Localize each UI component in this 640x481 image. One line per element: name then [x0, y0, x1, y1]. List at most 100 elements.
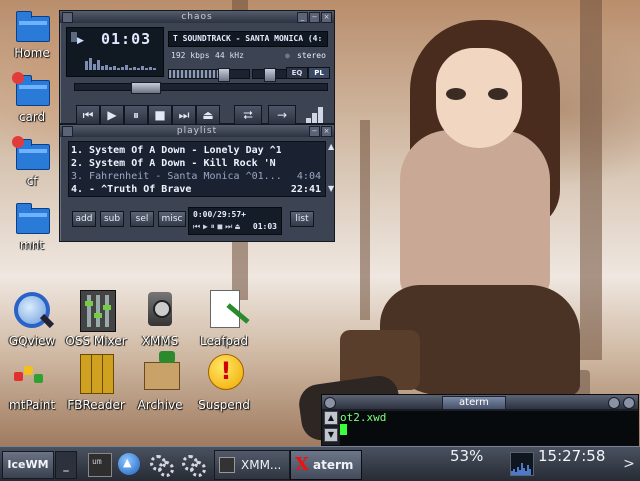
control-panel-gears-icon[interactable] — [182, 453, 206, 477]
clock[interactable]: 15:27:58 — [538, 447, 605, 481]
playlist-title: playlist — [176, 126, 218, 136]
close-button[interactable]: × — [321, 126, 332, 137]
start-menu-button[interactable]: IceWM — [2, 451, 54, 479]
terminal-launcher-icon[interactable] — [88, 453, 112, 477]
settings-gears-icon[interactable] — [150, 453, 174, 477]
scroll-down-icon[interactable]: ▼ — [324, 428, 338, 442]
xmms-titlebar[interactable]: chaos _ − × — [60, 11, 334, 23]
balance-slider[interactable] — [252, 68, 288, 82]
shuffle-button[interactable]: ⮂ — [234, 105, 262, 125]
desktop-icon-mnt[interactable]: mnt — [0, 200, 64, 252]
volume-slider[interactable] — [168, 68, 250, 82]
red-badge-icon — [12, 136, 24, 148]
window-list-button[interactable]: _ — [55, 451, 77, 479]
taskbar-task-xmms[interactable]: XMM... — [214, 450, 290, 480]
bitrate: 192 kbps — [171, 51, 210, 60]
spectrum-bar — [109, 67, 112, 70]
desktop-icon-xmms[interactable]: XMMS — [128, 288, 192, 348]
maximize-button[interactable] — [623, 397, 635, 409]
previous-button[interactable]: ⏮ — [76, 105, 100, 125]
scroll-up-icon[interactable]: ▲ — [328, 143, 336, 151]
balance-knob[interactable] — [264, 68, 276, 82]
minimize-button[interactable]: _ — [297, 12, 308, 23]
playlist-sub-button[interactable]: sub — [100, 211, 124, 227]
paint-icon — [8, 352, 56, 396]
speaker-icon — [136, 288, 184, 332]
desktop-icon-cf[interactable]: cf — [0, 136, 64, 188]
playlist-sel-button[interactable]: sel — [130, 211, 154, 227]
seek-bar[interactable] — [74, 82, 328, 94]
playlist-item-duration: 22:41 — [290, 184, 321, 195]
warning-icon — [200, 352, 248, 396]
playlist-add-button[interactable]: add — [72, 211, 96, 227]
playlist-scrollbar[interactable]: ▲ ▼ — [328, 141, 336, 195]
aterm-scrollbar[interactable]: ▲ ▼ — [324, 411, 338, 443]
resize-grip-icon[interactable] — [306, 107, 328, 123]
archive-box-icon — [136, 351, 184, 396]
aterm-titlebar[interactable]: aterm — [322, 395, 638, 410]
stop-button[interactable]: ■ — [148, 105, 172, 125]
desktop-icon-home[interactable]: Home — [0, 8, 64, 60]
taskbar-task-aterm[interactable]: X aterm — [290, 450, 362, 480]
books-icon — [72, 352, 120, 396]
shade-button[interactable]: − — [309, 12, 320, 23]
taskbar-scroll-right-button[interactable]: > — [620, 451, 638, 477]
playlist-mini-controls[interactable]: ⏮ ▶ ⏸ ■ ⏭ ⏏ — [193, 222, 240, 232]
repeat-button[interactable]: → — [268, 105, 296, 125]
browser-launcher-icon[interactable] — [118, 453, 140, 475]
magnifier-icon — [8, 288, 56, 332]
terminal-cursor — [340, 424, 347, 435]
stereo-indicator: stereo — [297, 51, 326, 60]
play-button[interactable]: ▶ — [100, 105, 124, 125]
eject-button[interactable]: ⏏ — [196, 105, 220, 125]
close-button[interactable]: × — [321, 12, 332, 23]
xmms-title: chaos — [181, 12, 213, 22]
scroll-down-icon[interactable]: ▼ — [328, 185, 336, 193]
spectrum-bar — [145, 68, 148, 70]
cpu-bar — [529, 469, 531, 475]
minimize-button[interactable] — [608, 397, 620, 409]
desktop-icon-gqview[interactable]: GQview — [0, 288, 64, 348]
spectrum-bar — [133, 67, 136, 70]
playlist-item-title: 4. - ^Truth Of Brave — [71, 184, 192, 195]
playlist-list[interactable]: 1. System Of A Down - Lonely Day ^11 ...… — [68, 141, 326, 197]
xmms-main-window[interactable]: chaos _ − × ▶ 01:03 T SOUNDTRACK - SANTA M… — [59, 10, 335, 125]
playlist-toggle[interactable]: PL — [308, 67, 330, 79]
seek-knob[interactable] — [130, 82, 161, 94]
xmms-playlist-window[interactable]: playlist − × 1. System Of A Down - Lonely… — [59, 124, 335, 242]
scroll-up-icon[interactable]: ▲ — [324, 411, 338, 425]
playlist-item[interactable]: 1. System Of A Down - Lonely Day ^11 ... — [71, 144, 323, 157]
desktop-icon-suspend[interactable]: Suspend — [192, 352, 256, 412]
pause-button[interactable]: ⏸ — [124, 105, 148, 125]
sample-rate: 44 kHz — [215, 51, 244, 60]
spectrum-bar — [105, 65, 108, 70]
playlist-misc-button[interactable]: misc — [158, 211, 186, 227]
desktop-icon-label: Archive — [137, 398, 183, 412]
playlist-item[interactable]: 2. System Of A Down - Kill Rock 'N Ro... — [71, 157, 323, 170]
shade-button[interactable]: − — [309, 126, 320, 137]
desktop-icon-archive[interactable]: Archive — [128, 351, 192, 412]
next-button[interactable]: ⏭ — [172, 105, 196, 125]
cpu-monitor-icon[interactable] — [510, 452, 534, 476]
playlist-titlebar[interactable]: playlist − × — [60, 125, 334, 137]
desktop-icon-fbreader[interactable]: FBReader — [64, 352, 128, 412]
spectrum-visualizer[interactable] — [85, 54, 159, 70]
time-display[interactable]: ▶ 01:03 — [66, 27, 164, 77]
spectrum-bar — [129, 68, 132, 70]
volume-knob[interactable] — [217, 68, 230, 82]
desktop-icon-card[interactable]: card — [0, 72, 64, 124]
window-menu-icon[interactable] — [324, 397, 336, 409]
battery-percentage[interactable]: 53% — [450, 447, 483, 481]
desktop-icon-leafpad[interactable]: Leafpad — [192, 288, 256, 348]
equalizer-toggle[interactable]: EQ — [286, 67, 308, 79]
playlist-item[interactable]: 4. - ^Truth Of Brave 22:41 — [71, 183, 323, 196]
song-title-display[interactable]: T SOUNDTRACK - SANTA MONICA (4: — [168, 31, 328, 47]
desktop-icon-oss-mixer[interactable]: OSS Mixer — [64, 288, 128, 348]
playlist-item-current[interactable]: 3. Fahrenheit - Santa Monica ^01... 4:04 — [71, 170, 323, 183]
folder-icon — [16, 203, 50, 234]
spectrum-bar — [117, 68, 120, 70]
desktop-icon-mtpaint[interactable]: mtPaint — [0, 352, 64, 412]
playlist-list-button[interactable]: list — [290, 211, 314, 227]
terminal-output[interactable]: ot2.xwd — [340, 411, 638, 445]
aterm-window[interactable]: aterm ▲ ▼ ot2.xwd — [321, 394, 639, 446]
